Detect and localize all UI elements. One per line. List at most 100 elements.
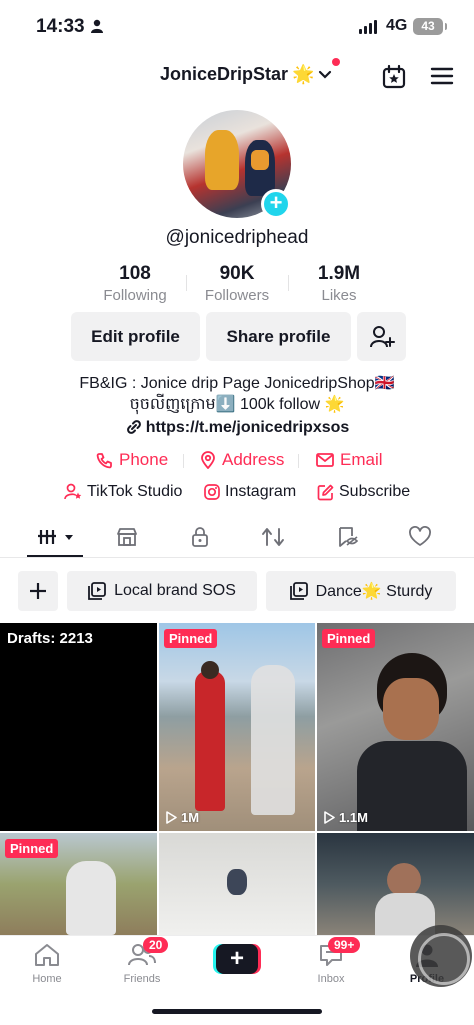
inbox-badge: 99+ [328, 937, 361, 953]
thumbnail-figure [357, 741, 467, 831]
stat-label: Following [103, 287, 167, 304]
tab-liked[interactable] [400, 524, 440, 550]
address-button[interactable]: Address [200, 450, 284, 470]
thumbnail-figure [383, 678, 439, 740]
signal-icon [359, 20, 377, 34]
top-nav: JoniceDripStar 🌟 [0, 58, 474, 98]
play-icon [324, 811, 335, 824]
heart-icon [409, 526, 431, 546]
plus-icon [30, 583, 46, 599]
thumbnail-figure [251, 665, 295, 815]
add-collection-button[interactable] [18, 571, 58, 611]
avatar-figure [245, 140, 275, 196]
stat-followers[interactable]: 90K Followers [187, 263, 287, 304]
playlist-icon [289, 582, 308, 600]
email-button[interactable]: Email [316, 450, 383, 470]
video-thumbnail[interactable]: Pinned 1M [159, 623, 315, 831]
video-thumbnail[interactable] [159, 833, 315, 935]
divider [298, 454, 299, 468]
battery-icon: 43 [413, 18, 447, 35]
bio-link[interactable]: https://t.me/jonicedripxsos [0, 419, 474, 437]
playlist-icon [88, 582, 106, 600]
username: JoniceDripStar [160, 64, 289, 84]
drafts-label: Drafts: 2213 [7, 630, 93, 647]
stat-likes[interactable]: 1.9M Likes [289, 263, 389, 304]
nav-label: Friends [123, 973, 161, 985]
divider [183, 454, 184, 468]
nav-label: Home [32, 973, 62, 985]
bio-line: ចុចលីញក្រោម⬇️ 100k follow 🌟 [129, 396, 345, 413]
play-icon [166, 811, 177, 824]
stat-label: Likes [321, 287, 357, 304]
tab-videos[interactable] [34, 524, 78, 550]
link-label: Instagram [225, 483, 297, 500]
thumbnail-figure [66, 861, 116, 935]
profile-stats: 108 Following 90K Followers 1.9M Likes [0, 263, 474, 307]
phone-button[interactable]: Phone [96, 450, 168, 470]
store-icon [117, 528, 137, 546]
link-icon [126, 420, 141, 434]
user-star-icon [64, 483, 82, 500]
tab-reposts[interactable] [253, 524, 293, 550]
contact-row: Phone Address Email [0, 450, 474, 472]
instagram-link[interactable]: Instagram [204, 483, 296, 501]
thumbnail-figure [195, 671, 225, 811]
subscribe-link[interactable]: Subscribe [317, 483, 410, 501]
stat-value: 1.9M [317, 263, 361, 284]
person-icon [91, 19, 103, 33]
content-tabs [0, 516, 474, 558]
account-switcher[interactable]: JoniceDripStar 🌟 [160, 64, 332, 85]
plus-icon: + [216, 944, 258, 974]
link-label: TikTok Studio [87, 483, 183, 500]
bio-link-text: https://t.me/jonicedripxsos [145, 419, 350, 436]
bio-line: FB&IG : Jonice drip Page JonicedripShop🇬… [79, 375, 395, 392]
status-bar: 14:33 4G 43 [0, 0, 474, 54]
stat-following[interactable]: 108 Following [85, 263, 185, 304]
status-time: 14:33 [36, 16, 85, 37]
menu-icon[interactable] [430, 66, 454, 86]
chevron-down-icon [319, 70, 332, 79]
link-label: Subscribe [339, 483, 411, 500]
add-friends-button[interactable] [357, 312, 406, 361]
collection-local-brand[interactable]: Local brand SOS [67, 571, 257, 611]
active-tab-indicator [27, 555, 83, 557]
tiktok-studio-link[interactable]: TikTok Studio [64, 483, 182, 501]
friends-badge: 20 [143, 937, 169, 953]
profile-bio: FB&IG : Jonice drip Page JonicedripShop🇬… [0, 373, 474, 415]
contact-label: Email [340, 450, 383, 469]
edit-square-icon [317, 484, 334, 500]
bookmark-hidden-icon [339, 527, 359, 547]
tab-private[interactable] [180, 524, 220, 550]
add-user-icon [369, 325, 395, 347]
video-thumbnail[interactable]: Pinned [0, 833, 157, 935]
create-button[interactable]: + [213, 944, 261, 974]
notification-dot [332, 58, 340, 66]
collection-label: Local brand SOS [114, 582, 236, 599]
share-profile-button[interactable]: Share profile [206, 312, 351, 361]
tab-shop[interactable] [107, 524, 147, 550]
profile-handle: @jonicedriphead [165, 227, 309, 248]
collection-dance[interactable]: Dance🌟 Sturdy [266, 571, 456, 611]
assistive-touch-button[interactable] [410, 925, 472, 987]
star-emoji: 🌟 [292, 64, 315, 84]
video-thumbnail[interactable] [317, 833, 474, 935]
collection-label: Dance🌟 Sturdy [315, 583, 433, 600]
drafts-tile[interactable]: Drafts: 2213 [0, 623, 157, 831]
edit-profile-button[interactable]: Edit profile [71, 312, 200, 361]
home-icon [35, 944, 59, 966]
calendar-star-icon[interactable] [381, 64, 407, 90]
lock-icon [192, 527, 208, 547]
collections-row: Local brand SOS Dance🌟 Sturdy [18, 571, 456, 611]
tab-favorites[interactable] [327, 524, 367, 550]
thumbnail-figure [201, 661, 219, 679]
video-thumbnail[interactable]: Pinned 1.1M [317, 623, 474, 831]
view-count: 1.1M [324, 810, 368, 825]
view-count: 1M [166, 810, 199, 825]
nav-label: Inbox [317, 973, 345, 985]
avatar-figure [205, 130, 239, 190]
mail-icon [316, 453, 334, 467]
network-label: 4G [386, 17, 408, 34]
add-story-button[interactable]: + [261, 189, 291, 219]
nav-home[interactable]: Home [12, 942, 82, 985]
phone-icon [96, 452, 112, 468]
